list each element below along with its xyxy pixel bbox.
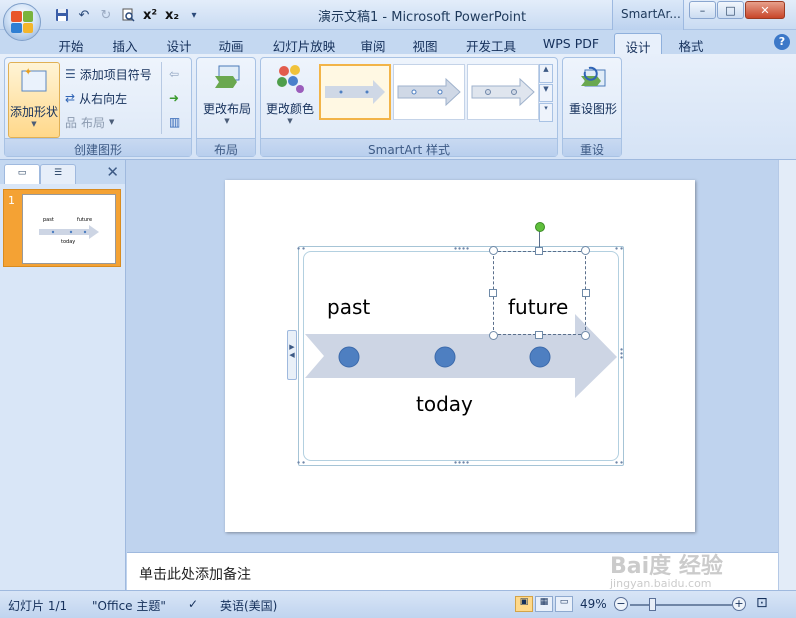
slideshow-view-icon[interactable]: ▭ <box>555 596 573 612</box>
zoom-out-icon[interactable]: − <box>614 597 628 611</box>
resize-handle[interactable] <box>581 246 590 255</box>
language-indicator[interactable]: 英语(美国) <box>220 597 277 614</box>
zoom-in-icon[interactable]: + <box>732 597 746 611</box>
zoom-slider[interactable] <box>630 604 732 606</box>
rotate-handle[interactable] <box>535 222 545 232</box>
spell-check-icon[interactable]: ✓ <box>188 597 198 611</box>
resize-handle[interactable] <box>582 289 590 297</box>
office-logo-icon <box>11 11 33 33</box>
watermark-brand: Bai度 经验 <box>610 554 723 579</box>
timeline-arrow-graphic <box>305 314 617 398</box>
watermark-url: jingyan.baidu.com <box>610 577 712 590</box>
slide-sorter-view-icon[interactable]: ▦ <box>535 596 553 612</box>
watermark-logo: Bai度 经验 jingyan.baidu.com <box>610 548 760 594</box>
slide-counter: 幻灯片 1/1 <box>8 599 68 613</box>
resize-handle[interactable] <box>535 331 543 339</box>
zoom-level[interactable]: 49% <box>580 597 607 611</box>
smartart-text-past[interactable]: past <box>327 295 370 319</box>
resize-handle[interactable] <box>489 246 498 255</box>
resize-handle[interactable] <box>489 331 498 340</box>
selection-box <box>493 251 586 335</box>
resize-handle[interactable] <box>535 247 543 255</box>
normal-view-icon[interactable]: ▣ <box>515 596 533 612</box>
theme-name: "Office 主题" <box>92 599 166 613</box>
fit-to-window-icon[interactable]: ⊡ <box>756 595 768 611</box>
zoom-slider-knob[interactable] <box>649 598 657 611</box>
timeline-dot-past <box>338 346 360 368</box>
smartart-text-today[interactable]: today <box>416 392 473 416</box>
resize-handle[interactable] <box>581 331 590 340</box>
office-button[interactable] <box>3 3 41 41</box>
timeline-dot-future <box>529 346 551 368</box>
timeline-dot-today <box>434 346 456 368</box>
notes-placeholder: 单击此处添加备注 <box>139 567 251 583</box>
resize-handle[interactable] <box>489 289 497 297</box>
status-bar: 幻灯片 1/1 "Office 主题" ✓ 英语(美国) ▣ ▦ ▭ 49% −… <box>0 590 796 618</box>
